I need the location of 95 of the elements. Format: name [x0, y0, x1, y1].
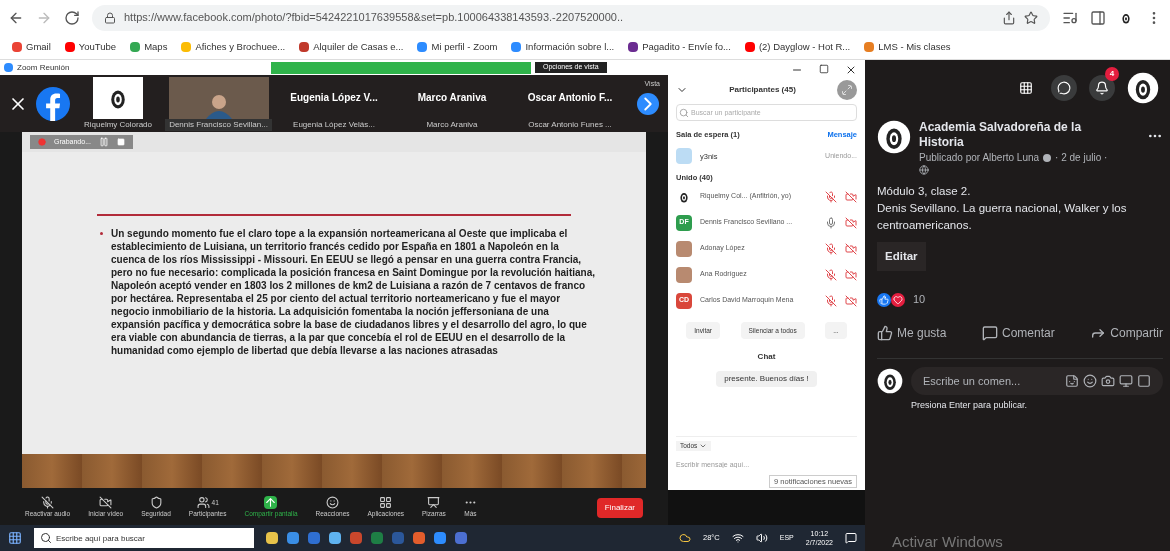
participant-name: Oscar Antonio F...	[527, 91, 613, 105]
start-icon[interactable]	[8, 531, 22, 545]
bookmark-link[interactable]: (2) Dayglow - Hot R...	[744, 39, 851, 55]
page-name[interactable]: Academia Salvadoreña de la Historia	[919, 120, 1109, 150]
toolbar-icon	[379, 496, 393, 510]
avatar-sticker-icon[interactable]	[1065, 373, 1079, 388]
bookmark-link[interactable]: Alquiler de Casas e...	[299, 39, 404, 55]
end-button[interactable]: Finalizar	[596, 497, 643, 518]
stop-icon[interactable]	[116, 138, 125, 146]
window-title: Zoom Reunión	[17, 61, 71, 74]
toolbar-icon	[264, 496, 278, 510]
post-text: Módulo 3, clase 2.	[877, 184, 972, 199]
toolbar-icon	[99, 496, 113, 510]
url-text: https://www.facebook.com/photo/?fbid=5424221017639558&set=pb.100064338143593.-2207520000..	[124, 10, 625, 26]
post-action-button[interactable]: Comentar	[982, 323, 1055, 342]
chat-message: presente. Buenos días !	[716, 371, 817, 388]
panel-title: Participantes (45)	[729, 84, 796, 96]
toolbar-icon	[149, 496, 163, 510]
weather-icon	[678, 532, 691, 544]
action-icon	[982, 324, 998, 341]
toolbar-icon	[196, 496, 210, 510]
camera-off-icon	[845, 216, 857, 229]
close-icon[interactable]	[845, 64, 857, 76]
bookmark-link[interactable]: LMS - Mis clases	[864, 39, 951, 55]
taskbar-app-icon[interactable]	[329, 532, 341, 544]
facebook-logo-icon[interactable]	[36, 86, 70, 121]
page-avatar	[877, 120, 911, 154]
camera-off-icon	[845, 294, 857, 307]
avatar-placeholder	[676, 148, 692, 165]
post-action-button[interactable]: Compartir	[1090, 323, 1163, 342]
taskbar-app-icon[interactable]	[434, 532, 446, 544]
notifications-icon[interactable]	[845, 532, 857, 544]
participant-label: Marco Araniva	[426, 118, 478, 131]
side-panel-icon[interactable]	[1090, 9, 1106, 26]
toolbar-icon	[326, 496, 340, 510]
taskbar-app-icon[interactable]	[266, 532, 278, 544]
activation-watermark: Activar Windows	[892, 531, 1004, 551]
bookmark-link[interactable]: Afiches y Brochuee...	[181, 39, 286, 55]
search-icon	[679, 108, 689, 118]
toolbar-icon	[427, 496, 441, 510]
camera-off-icon	[845, 190, 857, 203]
camera-off-icon	[845, 242, 857, 255]
like-reaction-icon	[877, 292, 891, 307]
bullet-icon	[100, 232, 103, 235]
zoom-logo-icon	[4, 63, 13, 72]
participant-label: Oscar Antonio Funes ...	[528, 118, 612, 131]
bell-icon[interactable]	[1089, 75, 1115, 101]
comment-field[interactable]: Escribe un comen...	[911, 366, 1065, 395]
search-icon	[40, 532, 52, 544]
next-page-icon[interactable]	[637, 92, 659, 115]
taskbar-search-field[interactable]: Escribe aquí para buscar	[34, 528, 254, 548]
bookmark-link[interactable]: Mi perfil - Zoom	[417, 39, 498, 55]
post-action-button[interactable]: Me gusta	[877, 323, 947, 342]
volume-icon	[755, 532, 768, 544]
globe-icon	[919, 165, 929, 175]
chat-title: Chat	[757, 351, 776, 364]
slide-paragraph: Un segundo momento fue el claro tope a la expansión norteamericana al Oeste que implicaba el establecimiento de Luisiana, un territorio francés cedido por España en 1801 a Napoleón en la cuenca de los ríos Mississippi - Missouri. En EEUU se llegó a pensar en una guerra contra Francia, pero no fue necesario: complicada la posición francesa en Saint Domingue por la revolución haitiana, Napoleón aceptó vender en 1803 los 2 millones de km2 de Luisiana a razón de 7 centavos de franco por hectárea. Representaba el 25 por ciento del actual territorio norteamericano y fue el mayor negocio inmobiliario de la historia. La adquisición fomentaba la noción jeffersoniana de una expansión pacífica y democrática sobre la base de ciudadanos libres y el desarrollo del agro, lo que era viable con abundancia de tierras, a la par que concebía el rol de EEUU en el desarrollo de la humanidad como ejemplo de libertad que debía llevarse a las naciones atrasadas	[111, 227, 596, 357]
post-text: Denis Sevillano. La guerra nacional, Walker y los centroamericanos.	[877, 201, 1128, 233]
comment-hint: Presiona Enter para publicar.	[911, 398, 1029, 412]
participant-label: Eugenia López Velás...	[293, 118, 375, 131]
bookmark-link[interactable]: Maps	[130, 39, 168, 55]
participant-label: Riquelmy Colorado	[84, 118, 152, 131]
edit-button[interactable]: Editar	[877, 242, 926, 272]
toolbar-icon	[41, 496, 55, 510]
bookmark-link[interactable]: Información sobre l...	[511, 39, 615, 55]
reload-icon[interactable]	[64, 9, 80, 26]
profile-avatar	[1127, 72, 1159, 104]
record-icon	[38, 138, 46, 146]
love-reaction-icon	[891, 292, 905, 307]
messenger-icon[interactable]	[1051, 75, 1077, 101]
participant-name: Marco Araniva	[417, 91, 487, 105]
bookmark-link[interactable]: Pagadito - Envíe fo...	[628, 39, 731, 55]
participant-name: Eugenia López V...	[290, 91, 378, 105]
bookmark-link[interactable]: Gmail	[12, 39, 51, 55]
taskbar-app-icon[interactable]	[287, 532, 299, 544]
address-bar[interactable]: https://www.facebook.com/photo/?fbid=5424221017639558&set=pb.100064338143593.-2207520000..	[92, 4, 1050, 31]
camera-off-icon	[845, 268, 857, 281]
person-silhouette-icon	[203, 92, 234, 119]
taskbar-app-icon[interactable]	[413, 532, 425, 544]
lock-icon	[104, 11, 116, 24]
avatar-placeholder	[676, 266, 692, 283]
notification-badge: 4	[1105, 67, 1119, 81]
emoji-icon[interactable]	[1083, 373, 1097, 388]
camera-icon[interactable]	[1101, 373, 1115, 388]
action-icon	[877, 324, 893, 341]
share-icon[interactable]	[1002, 10, 1016, 25]
bookmark-link[interactable]: YouTube	[64, 39, 117, 55]
reaction-count[interactable]: 10	[913, 291, 926, 308]
post-date[interactable]: · 2 de julio ·	[1055, 150, 1108, 165]
user-avatar	[877, 367, 903, 394]
star-icon[interactable]	[1024, 10, 1038, 25]
maximize-icon[interactable]	[819, 64, 829, 74]
post-author: Publicado por Alberto Luna	[919, 151, 1040, 165]
avatar-placeholder	[676, 240, 692, 257]
wifi-icon	[731, 532, 744, 544]
